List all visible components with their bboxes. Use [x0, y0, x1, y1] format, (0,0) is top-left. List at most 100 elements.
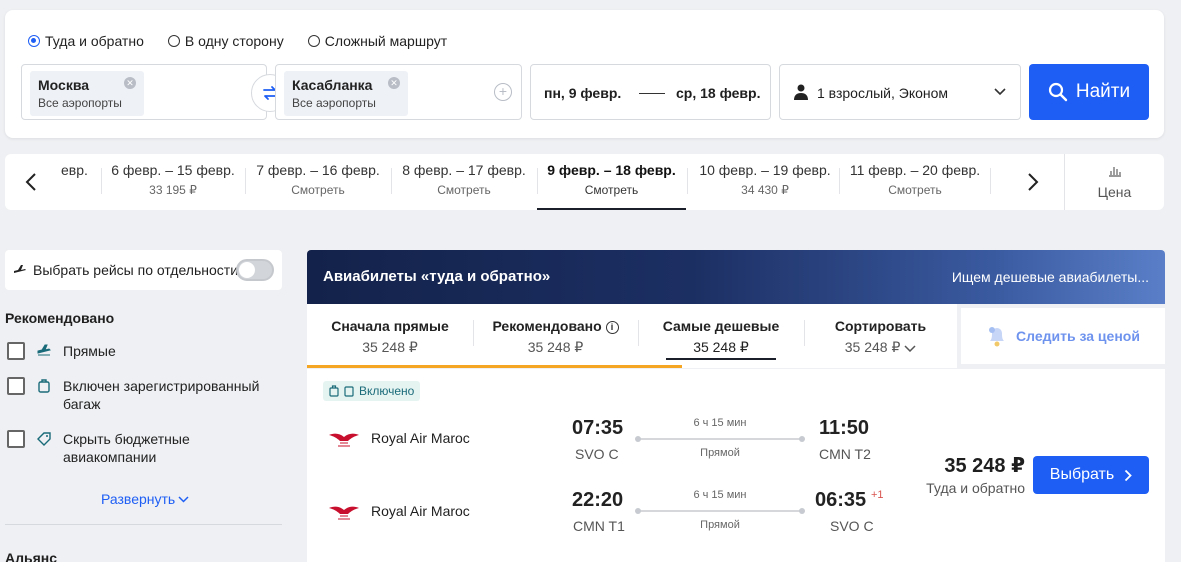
trip-type-multicity[interactable]: Сложный маршрут [307, 33, 448, 49]
bar-chart-icon [1108, 167, 1121, 177]
sort-tab-price: 35 248 ₽ [804, 339, 957, 356]
price-toggle-label: Цена [1097, 184, 1132, 200]
filter-label: Скрыть бюджетные авиакомпании [63, 431, 190, 465]
clear-destination-icon[interactable]: ✕ [388, 77, 400, 89]
carry-on-icon [344, 386, 354, 397]
date-range: 6 февр. – 15 февр. [111, 162, 235, 178]
bell-icon [989, 327, 1005, 347]
date-range: 10 февр. – 19 февр. [699, 162, 831, 178]
sort-tab-price: 35 248 ₽ [527, 339, 584, 355]
sort-dropdown[interactable]: Сортировать 35 248 ₽ [804, 318, 957, 356]
trip-type-roundtrip[interactable]: Туда и обратно [28, 33, 144, 49]
date-price: Смотреть [888, 183, 942, 197]
radio-selected-icon [28, 35, 40, 47]
person-icon [794, 84, 808, 100]
route-line [635, 436, 805, 442]
sort-tab-label: Самые дешевые [662, 318, 780, 334]
chevron-left-icon[interactable] [25, 172, 37, 192]
sort-tab-cheapest[interactable]: Самые дешевые 35 248 ₽ [638, 318, 804, 360]
clear-origin-icon[interactable]: ✕ [124, 77, 136, 89]
tag-icon [37, 432, 51, 446]
date-price: Смотреть [437, 183, 491, 197]
find-button[interactable]: Найти [1029, 64, 1149, 120]
origin-airports: Все аэропорты [38, 96, 122, 110]
destination-airports: Все аэропорты [292, 96, 376, 110]
divider [687, 168, 688, 194]
trip-type-label: Сложный маршрут [324, 33, 448, 49]
checkbox[interactable] [7, 430, 25, 448]
date-range: евр. [61, 162, 88, 178]
chevron-right-icon[interactable] [1027, 172, 1039, 192]
passengers-field[interactable]: 1 взрослый, Эконом [779, 64, 1021, 120]
recommended-title: Рекомендовано [5, 310, 115, 326]
separate-flights-label: Выбрать рейсы по отдельности [33, 262, 239, 278]
passengers-value: 1 взрослый, Эконом [817, 85, 949, 101]
destination-city: Касабланка [292, 77, 373, 93]
arrival-airport: CMN T2 [819, 446, 871, 462]
included-badge: Включено [323, 381, 421, 401]
divider [245, 168, 246, 194]
filter-budget[interactable]: Скрыть бюджетные авиакомпании [7, 430, 267, 466]
filter-baggage[interactable]: Включен зарегистрированный багаж [7, 377, 267, 413]
date-option[interactable]: 10 февр. – 19 февр. 34 430 ₽ [691, 162, 839, 197]
dates-field[interactable]: пн, 9 февр. ср, 18 февр. [530, 64, 771, 120]
price-toggle[interactable]: Цена [1064, 154, 1164, 210]
date-option[interactable]: евр. [61, 162, 91, 178]
date-option[interactable]: 7 февр. – 16 февр. Смотреть [247, 162, 389, 197]
trip-type-label: В одну сторону [184, 33, 284, 49]
find-label: Найти [1075, 81, 1131, 102]
filter-direct[interactable]: Прямые [7, 342, 116, 360]
arrival-time: 06:35 [815, 489, 867, 511]
stops-label: Прямой [700, 447, 740, 459]
day-offset: +1 [871, 489, 884, 501]
trip-type-oneway[interactable]: В одну сторону [167, 33, 284, 49]
separate-flights-toggle[interactable]: Выбрать рейсы по отдельности [5, 250, 282, 290]
checkbox[interactable] [7, 342, 25, 360]
sort-tab-label: Сортировать [834, 318, 927, 334]
price-watch-button[interactable]: Следить за ценой [961, 308, 1165, 364]
filter-label: Прямые [63, 343, 116, 359]
airline-name: Royal Air Maroc [371, 430, 470, 446]
origin-field[interactable]: Москва Все аэропорты ✕ [21, 64, 267, 120]
divider [839, 168, 840, 194]
baggage-icon [329, 385, 339, 397]
radio-icon [167, 35, 180, 47]
date-price: Смотреть [291, 183, 345, 197]
flight-duration: 6 ч 15 мин [693, 417, 747, 429]
sort-tab-recommended[interactable]: Рекомендовано i 35 248 ₽ [473, 318, 638, 356]
flight-duration: 6 ч 15 мин [693, 489, 747, 501]
info-icon[interactable]: i [605, 320, 619, 334]
add-destination-icon[interactable]: + [494, 83, 512, 101]
price-note: Туда и обратно [926, 480, 1025, 496]
toggle-switch[interactable] [236, 259, 274, 281]
date-option[interactable]: 11 февр. – 20 февр. Смотреть [843, 162, 987, 197]
stops-label: Прямой [700, 519, 740, 531]
destination-chip[interactable]: Касабланка Все аэропорты ✕ [284, 71, 408, 116]
ticket-price: 35 248 ₽ [944, 455, 1025, 477]
sort-tab-direct[interactable]: Сначала прямые 35 248 ₽ [307, 318, 473, 356]
banner-title: Авиабилеты «туда и обратно» [323, 268, 551, 285]
date-option[interactable]: 8 февр. – 17 февр. Смотреть [393, 162, 535, 197]
departure-airport: SVO C [575, 446, 619, 462]
sort-tab-label: Рекомендовано i [473, 318, 638, 334]
search-icon [1048, 82, 1068, 102]
destination-field[interactable]: Касабланка Все аэропорты ✕ + [275, 64, 522, 120]
date-divider [639, 93, 665, 94]
sort-tab-label: Сначала прямые [331, 318, 449, 334]
departure-airport: CMN T1 [573, 518, 625, 534]
price-watch-label: Следить за ценой [1016, 328, 1140, 344]
filter-label: Включен зарегистрированный багаж [63, 378, 260, 412]
date-option-active[interactable]: 9 февр. – 18 февр. Смотреть [537, 162, 686, 210]
date-option[interactable]: 6 февр. – 15 февр. 33 195 ₽ [103, 162, 243, 197]
plane-icon [14, 265, 26, 273]
return-date[interactable]: ср, 18 февр. [676, 85, 760, 101]
origin-chip[interactable]: Москва Все аэропорты ✕ [30, 71, 144, 116]
origin-city: Москва [38, 77, 90, 93]
chevron-down-icon [994, 88, 1006, 96]
royal-air-maroc-logo [329, 433, 359, 447]
checkbox[interactable] [7, 377, 25, 395]
select-button[interactable]: Выбрать [1033, 456, 1149, 494]
expand-link[interactable]: Развернуть [101, 491, 189, 507]
depart-date[interactable]: пн, 9 февр. [544, 85, 621, 101]
date-carousel: евр. 6 февр. – 15 февр. 33 195 ₽ 7 февр. … [5, 154, 1164, 210]
